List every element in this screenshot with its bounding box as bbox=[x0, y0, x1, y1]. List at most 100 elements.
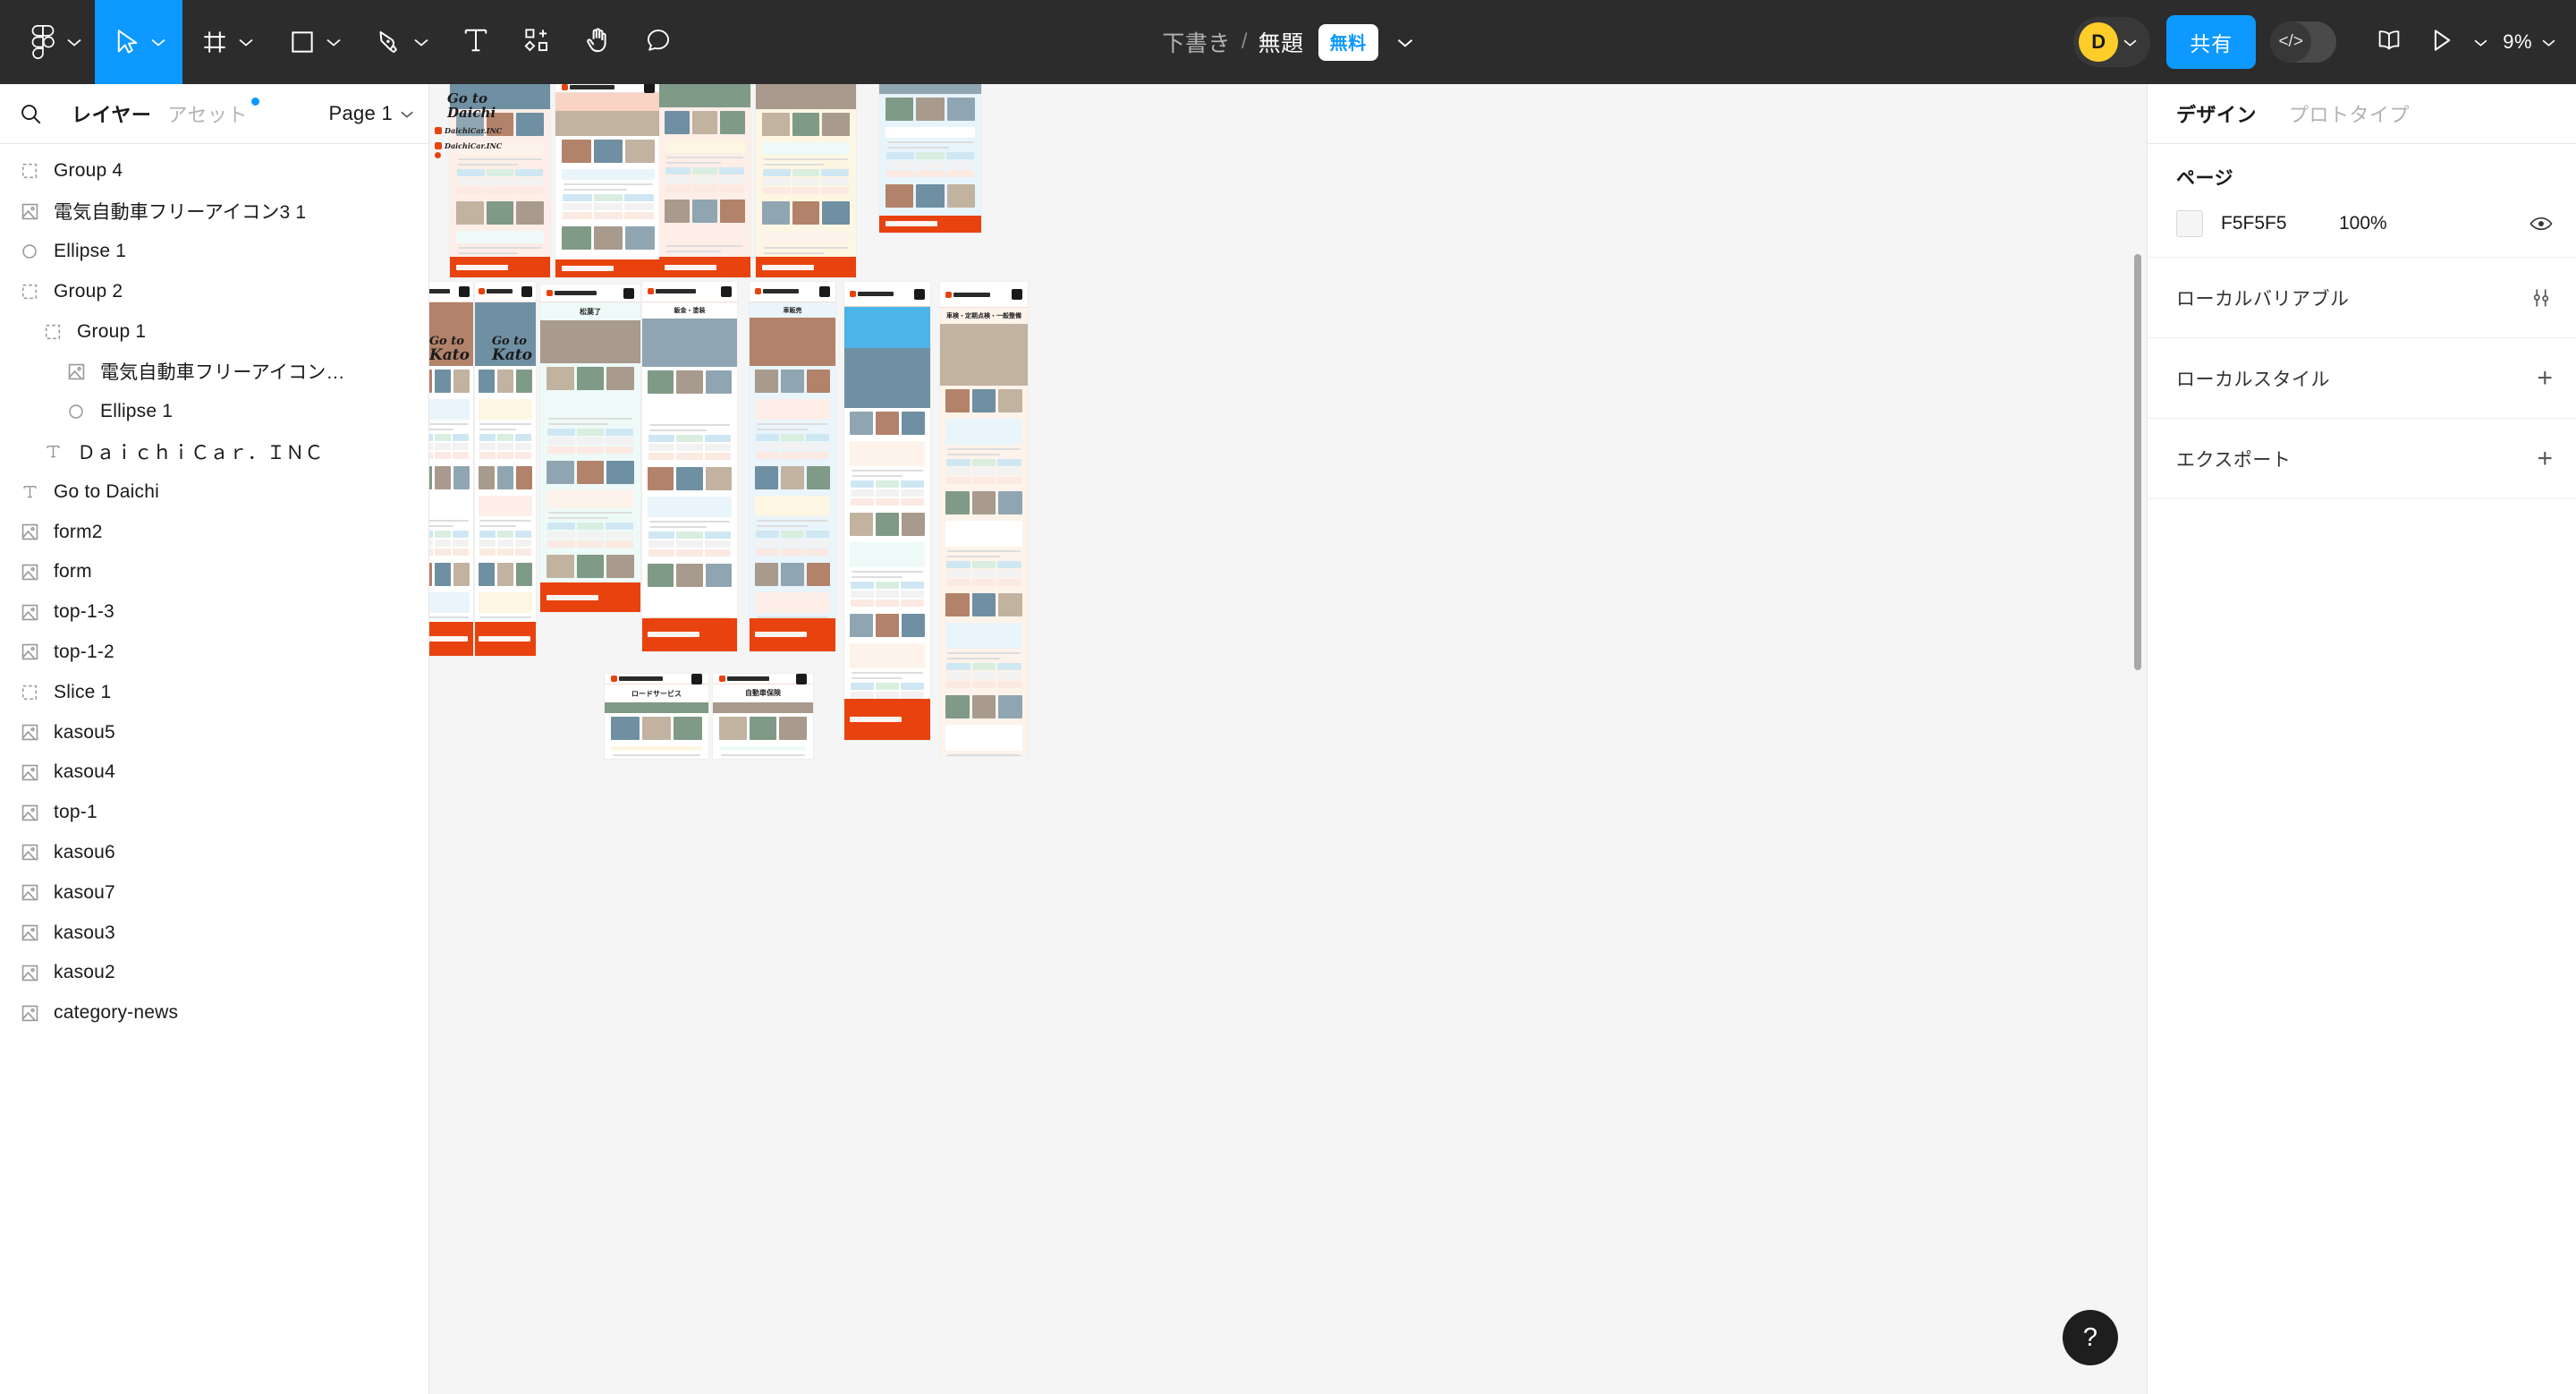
canvas-logo-mark[interactable] bbox=[435, 152, 441, 158]
canvas-frame-insurance-page[interactable]: 自動車保険 bbox=[713, 674, 813, 759]
plus-icon[interactable]: + bbox=[2537, 445, 2553, 472]
sidebar-section-1[interactable]: ローカルバリアブル bbox=[2148, 258, 2576, 338]
mock-hero-image bbox=[659, 84, 750, 108]
layer-name: top-1-3 bbox=[54, 601, 114, 623]
pen-tool[interactable] bbox=[358, 0, 445, 84]
canvas-frame-staff-page[interactable] bbox=[555, 84, 661, 277]
layer-row[interactable]: kasou5 bbox=[0, 712, 428, 752]
help-button[interactable]: ? bbox=[2063, 1310, 2118, 1365]
canvas-logo-daichicar[interactable]: DaichiCar.INC bbox=[435, 126, 502, 135]
mock-page-title: 自動車保険 bbox=[745, 689, 781, 698]
layer-row[interactable]: 電気自動車フリーアイコン… bbox=[0, 352, 428, 392]
canvas-frame-shaken-page[interactable]: 車検・定期点検・一般整備 bbox=[940, 282, 1028, 756]
design-canvas[interactable]: 協力会社・パートナー bbox=[429, 84, 2147, 1394]
present-options-chevron-down-icon[interactable] bbox=[2465, 0, 2496, 84]
layer-row[interactable]: form bbox=[0, 552, 428, 592]
document-menu-chevron-down-icon[interactable] bbox=[1396, 37, 1414, 48]
plus-icon[interactable]: + bbox=[2537, 364, 2553, 392]
layer-row[interactable]: Slice 1 bbox=[0, 672, 428, 712]
plan-badge[interactable]: 無料 bbox=[1318, 23, 1378, 61]
layer-list[interactable]: Group 4 電気自動車フリーアイコン3 1 Ellipse 1 Group 2 Gr… bbox=[0, 144, 428, 1394]
resources-tool[interactable] bbox=[506, 0, 567, 84]
breadcrumb-draft[interactable]: 下書き bbox=[1162, 26, 1231, 58]
layer-row[interactable]: kasou2 bbox=[0, 953, 428, 993]
canvas-text-go-to-daichi[interactable]: Go to Daichi bbox=[447, 91, 496, 121]
user-avatar-menu[interactable]: D bbox=[2073, 17, 2151, 67]
sidebar-section-2[interactable]: ローカルスタイル + bbox=[2148, 338, 2576, 419]
layer-row[interactable]: form2 bbox=[0, 512, 428, 552]
section-title: ローカルバリアブル bbox=[2176, 288, 2350, 310]
mock-menu-icon bbox=[914, 288, 926, 300]
canvas-frame-souvenir-page[interactable]: 松葉了 bbox=[540, 285, 640, 612]
mock-content-block bbox=[479, 398, 532, 420]
canvas-frame-road-service-page[interactable]: ロードサービス bbox=[605, 674, 708, 759]
chevron-down-icon[interactable] bbox=[234, 22, 258, 62]
layer-row[interactable]: Go to Daichi bbox=[0, 472, 428, 512]
layer-row[interactable]: 電気自動車フリーアイコン3 1 bbox=[0, 191, 428, 232]
layer-row[interactable]: Group 2 bbox=[0, 271, 428, 311]
tab-layers[interactable]: レイヤー bbox=[72, 99, 151, 128]
layer-row[interactable]: kasou7 bbox=[0, 872, 428, 913]
mock-image-row bbox=[844, 610, 930, 641]
mock-content-block bbox=[754, 399, 831, 421]
text-tool[interactable] bbox=[445, 0, 506, 84]
shape-tool[interactable] bbox=[270, 0, 358, 84]
search-icon[interactable] bbox=[20, 103, 55, 125]
canvas-frame-top-1-3[interactable]: Go to Kato bbox=[475, 282, 536, 656]
canvas-frame-history-page[interactable]: 沿革 bbox=[756, 84, 856, 277]
layer-row[interactable]: Ellipse 1 bbox=[0, 392, 428, 432]
chevron-down-icon[interactable] bbox=[322, 22, 345, 62]
color-swatch[interactable] bbox=[2176, 210, 2203, 237]
layer-row[interactable]: kasou6 bbox=[0, 833, 428, 873]
layer-row[interactable]: ＤａｉｃｈｉＣａｒ．ＩＮＣ bbox=[0, 432, 428, 472]
canvas-frame-camping-page[interactable] bbox=[844, 282, 930, 740]
hand-tool[interactable] bbox=[567, 0, 628, 84]
figma-main-menu[interactable] bbox=[0, 0, 95, 84]
mock-footer bbox=[756, 257, 856, 277]
canvas-frame-contact-form-page[interactable]: お問い合わせ bbox=[879, 84, 981, 233]
sliders-icon[interactable] bbox=[2529, 286, 2553, 310]
layer-name: Slice 1 bbox=[54, 681, 112, 702]
canvas-vertical-scrollbar[interactable] bbox=[2134, 254, 2141, 670]
canvas-frame-inspection-page[interactable]: 鈑金・塗装 bbox=[642, 282, 737, 651]
layer-row[interactable]: Ellipse 1 bbox=[0, 232, 428, 272]
page-background-opacity[interactable]: 100% bbox=[2339, 213, 2387, 234]
layer-row[interactable]: Group 4 bbox=[0, 151, 428, 191]
layer-row[interactable]: top-1 bbox=[0, 793, 428, 833]
layer-row[interactable]: category-news bbox=[0, 993, 428, 1033]
move-tool[interactable] bbox=[95, 0, 182, 84]
share-button[interactable]: 共有 bbox=[2166, 15, 2257, 69]
chevron-down-icon[interactable] bbox=[63, 22, 86, 62]
layer-row[interactable]: top-1-3 bbox=[0, 592, 428, 633]
image-icon bbox=[16, 804, 43, 821]
chevron-down-icon[interactable] bbox=[147, 22, 170, 62]
canvas-frame-carsales-page[interactable]: 車販売 bbox=[750, 282, 835, 651]
layer-row[interactable]: kasou3 bbox=[0, 913, 428, 953]
zoom-menu[interactable]: 9% bbox=[2496, 30, 2556, 54]
library-button[interactable] bbox=[2360, 0, 2419, 84]
tab-prototype[interactable]: プロトタイプ bbox=[2289, 99, 2410, 128]
mock-image-row bbox=[475, 559, 536, 590]
page-selector[interactable]: Page 1 bbox=[328, 102, 414, 125]
layer-row[interactable]: top-1-2 bbox=[0, 633, 428, 673]
chevron-down-icon[interactable] bbox=[410, 22, 433, 62]
tab-design[interactable]: デザイン bbox=[2176, 99, 2257, 128]
canvas-frame-top-1-2[interactable]: Go to Kato bbox=[429, 282, 473, 656]
sidebar-section-3[interactable]: エクスポート + bbox=[2148, 419, 2576, 499]
canvas-logo-daichicar[interactable]: DaichiCar.INC bbox=[435, 141, 502, 150]
canvas-frame-company-info-page[interactable]: 会社概要 bbox=[659, 84, 750, 277]
mock-brand-logo bbox=[610, 676, 663, 682]
page-title[interactable]: 無題 bbox=[1258, 26, 1304, 58]
mock-content-block bbox=[754, 496, 831, 517]
layer-name: kasou7 bbox=[54, 881, 115, 903]
eye-icon[interactable] bbox=[2529, 216, 2553, 232]
layer-row[interactable]: kasou4 bbox=[0, 752, 428, 793]
frame-tool[interactable] bbox=[182, 0, 270, 84]
tab-assets[interactable]: アセット bbox=[167, 98, 259, 128]
present-button[interactable] bbox=[2419, 0, 2465, 84]
page-background-hex[interactable]: F5F5F5 bbox=[2221, 213, 2339, 234]
dev-mode-toggle[interactable]: </> bbox=[2270, 21, 2337, 63]
layer-row[interactable]: Group 1 bbox=[0, 311, 428, 352]
mock-content-block bbox=[665, 140, 745, 154]
comment-tool[interactable] bbox=[628, 0, 689, 84]
